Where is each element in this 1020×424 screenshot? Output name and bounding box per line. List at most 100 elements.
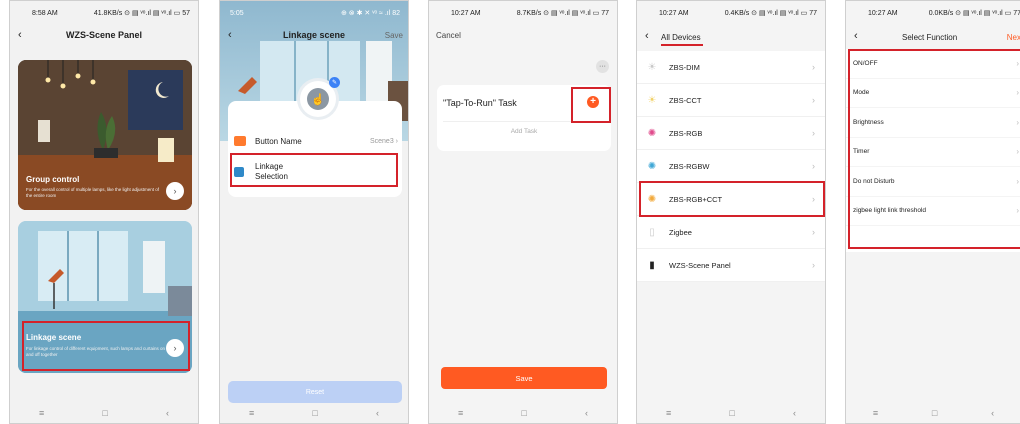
status-icons: 0.4KB/s ⊙ ▤ ᵛᵒ.ıl ▤ ᵛᵒ.ıl ▭ 77 xyxy=(724,10,817,17)
status-bar: 10:27 AM 0.0KB/s ⊙ ▤ ᵛᵒ.ıl ▤ ᵛᵒ.ıl ▭ 77 xyxy=(846,1,1020,25)
group-control-arrow-button[interactable]: › xyxy=(166,182,184,200)
status-time: 10:27 AM xyxy=(868,9,898,17)
button-name-label: Button Name xyxy=(255,136,302,146)
color-burst-icon: ✺ xyxy=(647,127,657,139)
status-icons: 41.8KB/s ⊙ ▤ ᵛᵒ.ıl ▤ ᵛᵒ.ıl ▭ 57 xyxy=(93,10,190,17)
device-row-wzs-scene-panel[interactable]: ▮ WZS-Scene Panel › xyxy=(637,249,825,282)
back-nav-icon[interactable]: ‹ xyxy=(376,408,379,418)
device-row-zbs-rgb[interactable]: ✺ ZBS-RGB › xyxy=(637,117,825,150)
device-row-zbs-dim[interactable]: ☀ ZBS-DIM › xyxy=(637,51,825,84)
save-button[interactable]: Save xyxy=(385,31,403,40)
highlight-add-task xyxy=(571,87,611,123)
chevron-right-icon: › xyxy=(812,95,815,105)
phone-select-function: 10:27 AM 0.0KB/s ⊙ ▤ ᵛᵒ.ıl ▤ ᵛᵒ.ıl ▭ 77 … xyxy=(845,0,1020,424)
sun-icon: ☀ xyxy=(647,61,657,73)
system-nav-bar: ≡ □ ‹ xyxy=(846,403,1020,423)
system-nav-bar: ≡ □ ‹ xyxy=(637,403,825,423)
device-row-zbs-cct[interactable]: ☀ ZBS-CCT › xyxy=(637,84,825,117)
device-label: WZS-Scene Panel xyxy=(669,260,731,270)
page-title: WZS-Scene Panel xyxy=(65,30,143,40)
home-icon[interactable]: □ xyxy=(312,408,317,418)
back-icon[interactable]: ‹ xyxy=(854,30,858,42)
device-row-zbs-rgbw[interactable]: ✺ ZBS-RGBW › xyxy=(637,150,825,183)
next-button[interactable]: Nex xyxy=(1007,33,1020,42)
device-list: ☀ ZBS-DIM › ☀ ZBS-CCT › ✺ ZBS-RGB › ✺ ZBS-RGBW ›… xyxy=(637,51,825,282)
system-nav-bar: ≡ □ ‹ xyxy=(429,403,617,423)
button-name-icon xyxy=(234,136,246,146)
chevron-right-icon: › xyxy=(812,260,815,270)
group-control-desc: For the overall control of multiple lamp… xyxy=(26,187,160,198)
device-label: ZBS-DIM xyxy=(669,62,700,72)
button-name-value: Scene3 › xyxy=(369,137,398,145)
tab-underline xyxy=(661,44,703,46)
system-nav-bar: ≡ □ ‹ xyxy=(10,403,198,423)
back-icon[interactable]: ‹ xyxy=(228,29,232,41)
system-nav-bar: ≡ □ ‹ xyxy=(220,403,408,423)
menu-icon[interactable]: ≡ xyxy=(873,408,878,418)
highlight-zbs-rgb-cct xyxy=(639,181,825,217)
title-bar: ‹ Select Function Nex xyxy=(846,25,1020,47)
tab-all-devices[interactable]: All Devices xyxy=(661,33,701,42)
add-task-label[interactable]: Add Task xyxy=(437,128,611,135)
home-icon[interactable]: □ xyxy=(102,408,107,418)
home-icon[interactable]: □ xyxy=(521,408,526,418)
task-title: "Tap-To-Run" Task xyxy=(443,98,517,108)
status-bar: 10:27 AM 0.4KB/s ⊙ ▤ ᵛᵒ.ıl ▤ ᵛᵒ.ıl ▭ 77 xyxy=(637,1,825,25)
highlight-linkage-selection xyxy=(230,153,398,187)
cancel-button[interactable]: Cancel xyxy=(436,31,461,40)
button-name-row[interactable]: Button Name Scene3 › xyxy=(234,132,398,150)
back-icon[interactable]: ‹ xyxy=(18,29,22,41)
home-icon[interactable]: □ xyxy=(729,408,734,418)
home-icon[interactable]: □ xyxy=(932,408,937,418)
device-row-zigbee[interactable]: ▯ Zigbee › xyxy=(637,216,825,249)
edit-badge-icon[interactable]: ✎ xyxy=(329,77,340,88)
tab-bar: ‹ All Devices xyxy=(637,25,825,47)
save-button[interactable]: Save xyxy=(441,367,607,389)
chevron-right-icon: › xyxy=(812,62,815,72)
back-nav-icon[interactable]: ‹ xyxy=(991,408,994,418)
title-bar: ‹ Linkage scene Save xyxy=(220,25,408,45)
chevron-right-icon: › xyxy=(812,227,815,237)
device-label: ZBS-RGBW xyxy=(669,161,710,171)
status-time: 8:58 AM xyxy=(32,9,58,17)
back-nav-icon[interactable]: ‹ xyxy=(793,408,796,418)
status-time: 5:05 xyxy=(230,9,244,17)
color-burst-icon: ✺ xyxy=(647,160,657,172)
status-icons: 0.0KB/s ⊙ ▤ ᵛᵒ.ıl ▤ ᵛᵒ.ıl ▭ 77 xyxy=(928,10,1020,17)
chevron-right-icon: › xyxy=(812,161,815,171)
tap-hand-icon: ☝ xyxy=(307,88,329,110)
back-nav-icon[interactable]: ‹ xyxy=(166,408,169,418)
device-label: ZBS-CCT xyxy=(669,95,702,105)
group-control-title: Group control xyxy=(26,175,80,184)
phone-linkage-scene: 5:05 ⊕ ⊗ ✱ ✕ ᵛᵒ ≈ .ıl 82 ‹ Linkage scene… xyxy=(219,0,409,424)
menu-icon[interactable]: ≡ xyxy=(249,408,254,418)
menu-icon[interactable]: ≡ xyxy=(39,408,44,418)
status-time: 10:27 AM xyxy=(659,9,689,17)
phone-all-devices: 10:27 AM 0.4KB/s ⊙ ▤ ᵛᵒ.ıl ▤ ᵛᵒ.ıl ▭ 77 … xyxy=(636,0,826,424)
more-icon[interactable]: ··· xyxy=(596,60,609,73)
page-title: Linkage scene xyxy=(282,30,346,40)
device-label: ZBS-RGB xyxy=(669,128,703,138)
device-label: Zigbee xyxy=(669,227,692,237)
chevron-right-icon: › xyxy=(812,128,815,138)
reset-button[interactable]: Reset xyxy=(228,381,402,403)
menu-icon[interactable]: ≡ xyxy=(666,408,671,418)
panel-device-icon: ▮ xyxy=(649,259,655,271)
sun-icon: ☀ xyxy=(647,94,657,106)
highlight-function-list xyxy=(848,49,1020,249)
status-icons: 8.7KB/s ⊙ ▤ ᵛᵒ.ıl ▤ ᵛᵒ.ıl ▭ 77 xyxy=(516,10,609,17)
status-icons: ⊕ ⊗ ✱ ✕ ᵛᵒ ≈ .ıl 82 xyxy=(340,10,400,17)
scene-icon-circle[interactable]: ☝ ✎ xyxy=(300,77,340,117)
phone-scene-panel: 8:58 AM 41.8KB/s ⊙ ▤ ᵛᵒ.ıl ▤ ᵛᵒ.ıl ▭ 57 … xyxy=(9,0,199,424)
status-time: 10:27 AM xyxy=(451,9,481,17)
status-bar: 8:58 AM 41.8KB/s ⊙ ▤ ᵛᵒ.ıl ▤ ᵛᵒ.ıl ▭ 57 xyxy=(10,1,198,25)
page-title: Select Function xyxy=(902,33,958,42)
title-bar: ‹ WZS-Scene Panel xyxy=(10,25,198,45)
gateway-icon: ▯ xyxy=(649,226,655,238)
back-nav-icon[interactable]: ‹ xyxy=(585,408,588,418)
menu-icon[interactable]: ≡ xyxy=(458,408,463,418)
phone-tap-to-run: 10:27 AM 8.7KB/s ⊙ ▤ ᵛᵒ.ıl ▤ ᵛᵒ.ıl ▭ 77 … xyxy=(428,0,618,424)
group-control-card[interactable]: Group control For the overall control of… xyxy=(18,60,192,210)
back-icon[interactable]: ‹ xyxy=(645,30,649,42)
status-bar: 5:05 ⊕ ⊗ ✱ ✕ ᵛᵒ ≈ .ıl 82 xyxy=(220,1,408,25)
